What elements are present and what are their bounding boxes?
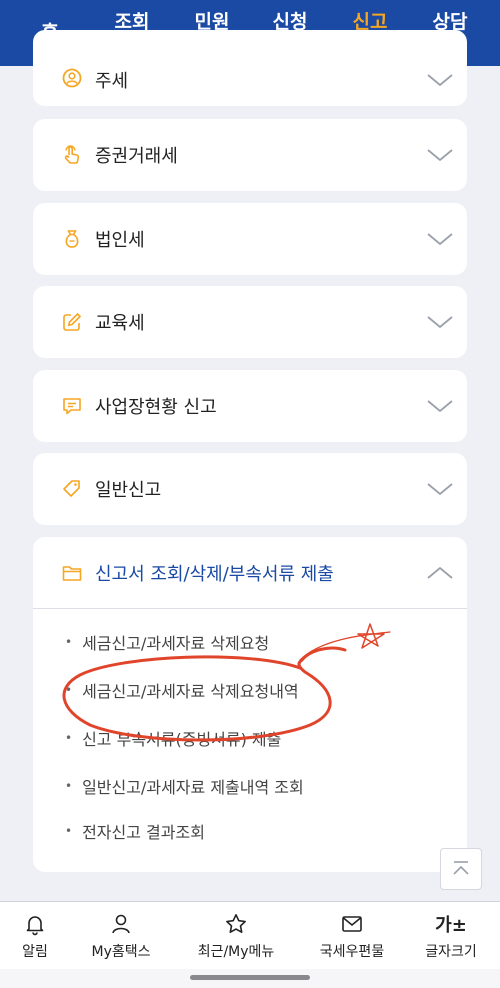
- tab-notifications[interactable]: 알림: [10, 902, 60, 970]
- sub-item-label: 신고 부속서류(증빙서류) 제출: [82, 730, 282, 749]
- edit-icon: [61, 311, 83, 333]
- tab-font-size[interactable]: 가± 글자크기: [418, 902, 484, 970]
- mail-icon: [339, 911, 365, 937]
- section-label: 증권거래세: [95, 146, 178, 167]
- person-icon: [108, 911, 134, 937]
- section-label: 신고서 조회/삭제/부속서류 제출: [95, 564, 334, 585]
- scroll-to-top-button[interactable]: [440, 848, 482, 890]
- section-divider: [33, 608, 467, 609]
- font-size-icon: 가±: [431, 911, 471, 937]
- section-general-report[interactable]: 일반신고: [33, 453, 467, 525]
- bottom-tab-bar: 알림 My홈택스 최근/My메뉴 국세우편물 가± 글자크기: [0, 901, 500, 969]
- tab-label: 글자크기: [425, 944, 477, 960]
- sub-item-label: 세금신고/과세자료 삭제요청내역: [82, 682, 299, 701]
- user-circle-icon: [61, 67, 83, 89]
- tab-my-hometax[interactable]: My홈택스: [80, 902, 162, 970]
- tab-label: 알림: [22, 944, 48, 960]
- section-securities-tax[interactable]: 증권거래세: [33, 119, 467, 191]
- chevron-down-icon: [427, 233, 453, 246]
- home-indicator[interactable]: [190, 975, 310, 980]
- sub-item-submission-history[interactable]: • 일반신고/과세자료 제출내역 조회: [65, 771, 425, 801]
- bullet: •: [65, 824, 73, 838]
- tab-recent-my-menu[interactable]: 최근/My메뉴: [186, 902, 286, 970]
- message-icon: [61, 395, 83, 417]
- chevron-down-icon: [427, 149, 453, 162]
- tab-label: My홈택스: [91, 944, 151, 960]
- sub-item-delete-request[interactable]: • 세금신고/과세자료 삭제요청: [65, 627, 425, 657]
- home-indicator-area: [0, 969, 500, 988]
- font-size-glyph: 가±: [435, 915, 467, 936]
- chevron-up-icon: [427, 566, 453, 579]
- sub-item-label: 세금신고/과세자료 삭제요청: [82, 634, 270, 653]
- bell-icon: [22, 911, 48, 937]
- chevron-down-icon: [427, 400, 453, 413]
- bullet: •: [65, 779, 73, 793]
- section-label: 일반신고: [95, 480, 162, 501]
- section-label: 사업장현황 신고: [95, 397, 217, 418]
- folder-icon: [61, 562, 83, 584]
- section-liquor-tax[interactable]: 주세: [33, 30, 467, 106]
- sub-item-submit-attachments[interactable]: • 신고 부속서류(증빙서류) 제출: [65, 723, 425, 753]
- hand-tap-icon: [61, 144, 83, 166]
- section-label: 법인세: [95, 230, 145, 251]
- bullet: •: [65, 683, 73, 697]
- sub-item-label: 일반신고/과세자료 제출내역 조회: [82, 778, 304, 797]
- tab-label: 최근/My메뉴: [197, 944, 275, 960]
- section-business-status-report[interactable]: 사업장현황 신고: [33, 370, 467, 442]
- sub-item-delete-request-history[interactable]: • 세금신고/과세자료 삭제요청내역: [65, 675, 425, 705]
- tab-tax-mail[interactable]: 국세우편물: [310, 902, 394, 970]
- section-education-tax[interactable]: 교육세: [33, 286, 467, 358]
- section-label: 주세: [95, 71, 129, 92]
- chevron-down-icon: [427, 316, 453, 329]
- bullet: •: [65, 731, 73, 745]
- arrow-up-icon: [453, 861, 469, 875]
- section-corporate-tax[interactable]: 법인세: [33, 203, 467, 275]
- chevron-down-icon: [427, 74, 453, 87]
- section-label: 교육세: [95, 313, 145, 334]
- sub-item-label: 전자신고 결과조회: [82, 823, 205, 842]
- sub-item-e-filing-result[interactable]: • 전자신고 결과조회: [65, 816, 425, 846]
- tag-icon: [61, 478, 83, 500]
- money-bag-icon: [61, 228, 83, 250]
- chevron-down-icon: [427, 483, 453, 496]
- section-report-inquiry-delete-submit: 신고서 조회/삭제/부속서류 제출 • 세금신고/과세자료 삭제요청 • 세금신고/…: [33, 537, 467, 872]
- bullet: •: [65, 635, 73, 649]
- section-header[interactable]: 신고서 조회/삭제/부속서류 제출: [33, 537, 467, 609]
- star-icon: [223, 911, 249, 937]
- tab-label: 국세우편물: [319, 944, 385, 960]
